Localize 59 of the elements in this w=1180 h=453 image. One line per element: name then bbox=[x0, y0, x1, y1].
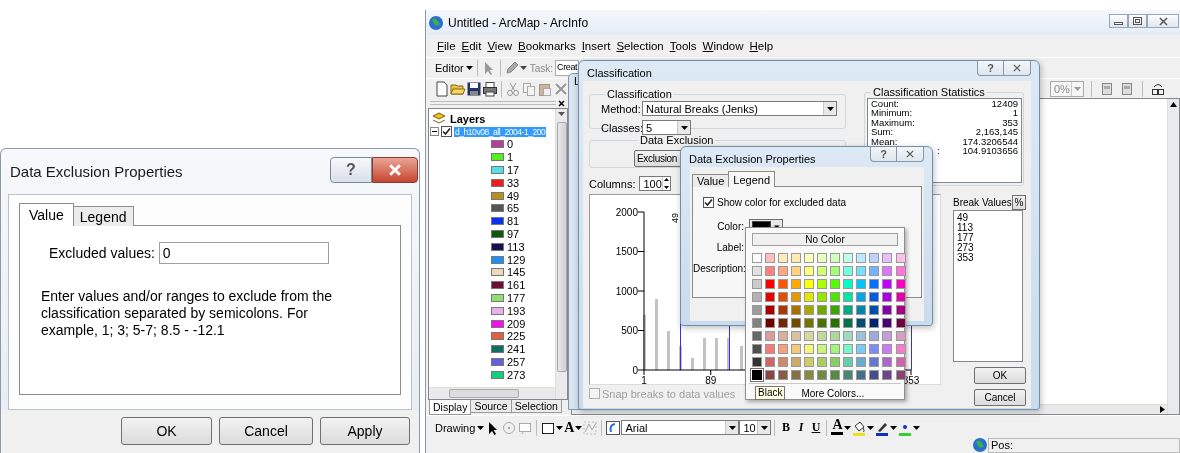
axis-label: 0 bbox=[632, 364, 638, 376]
axis-label: 1 bbox=[641, 375, 647, 385]
statistic-value: 1 bbox=[1012, 108, 1018, 118]
legend-label: 1 bbox=[507, 151, 514, 164]
legend-label: 81 bbox=[507, 215, 520, 228]
field-label: Color: bbox=[716, 221, 744, 232]
field-label: Description: bbox=[693, 263, 744, 274]
list-label: Break Values bbox=[953, 196, 1012, 208]
help-text: Enter values and/or ranges to exclude from the classification separated by semicolons. For example, 1; 3; 5-7; 8.5 - -12.1 bbox=[41, 288, 334, 339]
statistic-label: Mean: bbox=[871, 136, 898, 146]
checkbox-label: Show color for excluded data bbox=[717, 197, 846, 208]
legend-label: 161 bbox=[507, 279, 526, 292]
break-label: 49 bbox=[669, 213, 680, 223]
legend-label: 97 bbox=[507, 227, 520, 240]
axis-label: 1500 bbox=[615, 246, 638, 257]
axis-label: 2000 bbox=[615, 206, 638, 218]
group-title: Classification Statistics bbox=[872, 86, 986, 98]
legend-label: 273 bbox=[507, 368, 526, 381]
dialog-title: Data Exclusion Properties bbox=[10, 163, 183, 180]
legend-label: 241 bbox=[507, 343, 526, 356]
legend-label: 113 bbox=[507, 240, 525, 253]
legend-label: 225 bbox=[507, 330, 526, 343]
legend-label: 129 bbox=[507, 253, 526, 266]
status-field: Pos: bbox=[988, 437, 1180, 453]
legend-label: 193 bbox=[507, 304, 526, 317]
axis-label: 1000 bbox=[615, 285, 638, 297]
statistic-value: 104.9103656 bbox=[962, 145, 1018, 156]
legend-label: 65 bbox=[507, 202, 520, 215]
statistic-value: 353 bbox=[1002, 117, 1018, 128]
dialog-title: Classification bbox=[586, 66, 652, 81]
statistic-label: Count: bbox=[871, 99, 899, 109]
legend-label: 33 bbox=[507, 176, 520, 189]
field-label: Excluded values: bbox=[49, 245, 155, 261]
legend-label: 17 bbox=[507, 164, 520, 176]
tooltip: Black bbox=[755, 386, 786, 400]
group-title: Classification bbox=[606, 88, 673, 100]
legend-label: 49 bbox=[507, 189, 520, 202]
statistic-label: Minimum: bbox=[871, 108, 913, 118]
window-title: Untitled - ArcMap - ArcInfo bbox=[448, 15, 589, 30]
statistic-label: : bbox=[937, 145, 940, 156]
checkbox-label: Snap breaks to data values bbox=[602, 387, 736, 400]
legend-label: 0 bbox=[507, 138, 514, 151]
group-title: Data Exclusion bbox=[639, 134, 715, 146]
legend-label: 145 bbox=[507, 266, 526, 279]
axis-label: 500 bbox=[621, 325, 638, 336]
field-label: Label: bbox=[715, 242, 744, 253]
field-label: Classes: bbox=[601, 121, 642, 134]
legend-label: 209 bbox=[507, 317, 526, 330]
statistic-value: 12409 bbox=[991, 99, 1018, 109]
statistic-value: 2,163,145 bbox=[975, 127, 1018, 137]
legend-label: 257 bbox=[507, 355, 526, 368]
task-label: Task: bbox=[528, 61, 555, 76]
axis-label: 89 bbox=[705, 375, 717, 385]
statistic-label: Maximum: bbox=[871, 117, 915, 128]
statistic-value: 174.3206544 bbox=[962, 136, 1018, 146]
field-label: Columns: bbox=[589, 177, 636, 190]
statistic-label: Sum: bbox=[871, 127, 894, 137]
legend-label: 177 bbox=[507, 291, 526, 304]
field-label: Method: bbox=[601, 102, 642, 115]
